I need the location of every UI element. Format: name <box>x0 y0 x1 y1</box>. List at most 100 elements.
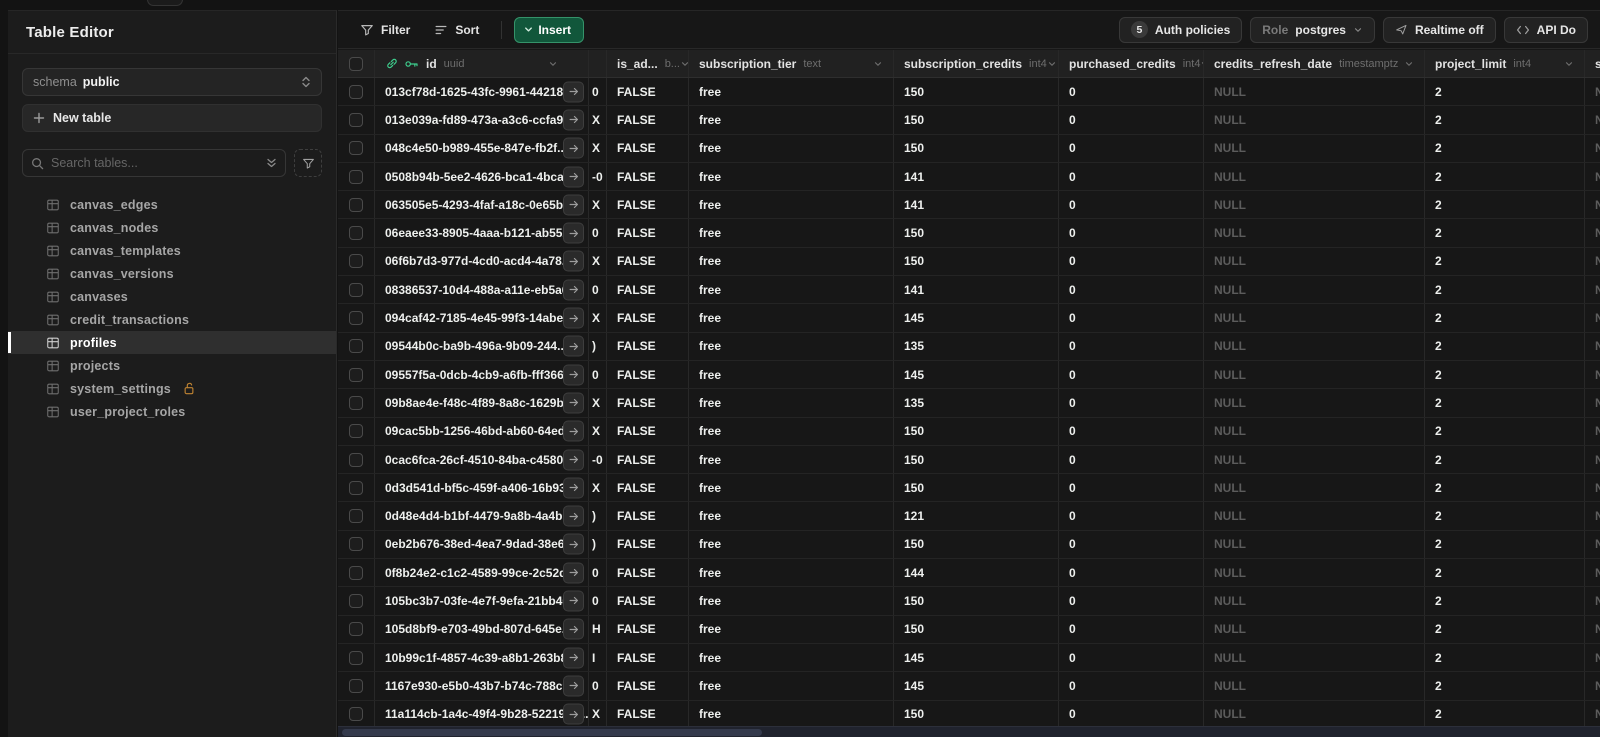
cell-sub_credits[interactable]: 150 <box>894 417 1059 445</box>
cell-purchased[interactable]: 0 <box>1059 304 1204 332</box>
cell-is_admin[interactable]: FALSE <box>607 389 689 417</box>
row-checkbox[interactable] <box>349 650 363 665</box>
row-checkbox[interactable] <box>349 565 363 580</box>
cell-refresh[interactable]: NULL <box>1204 417 1425 445</box>
row-checkbox[interactable] <box>349 169 363 184</box>
cell-purchased[interactable]: 0 <box>1059 332 1204 360</box>
cell-refresh[interactable]: NULL <box>1204 672 1425 700</box>
cell-refresh[interactable]: NULL <box>1204 502 1425 530</box>
cell-sliver[interactable]: X <box>589 417 607 445</box>
cell-sub_credits[interactable]: 145 <box>894 672 1059 700</box>
cell-sliver[interactable]: 0 <box>589 360 607 389</box>
expand-row-button[interactable] <box>563 647 584 669</box>
expand-row-button[interactable] <box>563 505 584 527</box>
row-checkbox[interactable] <box>349 112 363 127</box>
cell-extra[interactable]: NULL <box>1585 502 1600 529</box>
cell-refresh[interactable]: NULL <box>1204 247 1425 276</box>
column-menu-chevron-icon[interactable] <box>548 59 558 69</box>
cell-limit[interactable]: 2 <box>1425 106 1585 134</box>
column-header-is_ad...[interactable]: is_ad... b... <box>607 50 689 77</box>
cell-sliver[interactable]: X <box>589 106 607 134</box>
expand-row-button[interactable] <box>563 137 584 159</box>
cell-id[interactable]: 0cac6fca-26cf-4510-84ba-c4580... <box>375 445 589 474</box>
cell-purchased[interactable]: 0 <box>1059 700 1204 728</box>
row-checkbox[interactable] <box>349 311 363 326</box>
cell-is_admin[interactable]: FALSE <box>607 502 689 530</box>
cell-id[interactable]: 0d3d541d-bf5c-459f-a406-16b93... <box>375 474 589 502</box>
cell-is_admin[interactable]: FALSE <box>607 700 689 728</box>
cell-purchased[interactable]: 0 <box>1059 389 1204 417</box>
cell-tier[interactable]: free <box>689 502 894 530</box>
cell-sub_credits[interactable]: 135 <box>894 389 1059 417</box>
cell-purchased[interactable]: 0 <box>1059 445 1204 474</box>
cell-refresh[interactable]: NULL <box>1204 332 1425 360</box>
cell-tier[interactable]: free <box>689 445 894 474</box>
cell-purchased[interactable]: 0 <box>1059 587 1204 615</box>
row-checkbox[interactable] <box>349 509 363 524</box>
cell-tier[interactable]: free <box>689 332 894 360</box>
column-header-subscription_tier[interactable]: subscription_tier text <box>689 50 894 77</box>
cell-sliver[interactable]: 0 <box>589 219 607 247</box>
cell-sub_credits[interactable]: 150 <box>894 78 1059 106</box>
cell-id[interactable]: 013cf78d-1625-43fc-9961-442189... <box>375 78 589 106</box>
cell-refresh[interactable]: NULL <box>1204 191 1425 219</box>
expand-row-button[interactable] <box>563 250 584 272</box>
cell-is_admin[interactable]: FALSE <box>607 417 689 445</box>
cell-sliver[interactable]: 0 <box>589 672 607 700</box>
cell-refresh[interactable]: NULL <box>1204 700 1425 728</box>
sidebar-item-canvas_templates[interactable]: canvas_templates <box>22 239 322 262</box>
row-checkbox[interactable] <box>349 282 363 297</box>
cell-limit[interactable]: 2 <box>1425 474 1585 502</box>
cell-sliver[interactable]: I <box>589 643 607 672</box>
cell-limit[interactable]: 2 <box>1425 78 1585 106</box>
cell-sub_credits[interactable]: 141 <box>894 276 1059 304</box>
row-checkbox[interactable] <box>349 707 363 722</box>
cell-refresh[interactable]: NULL <box>1204 106 1425 134</box>
cell-is_admin[interactable]: FALSE <box>607 134 689 162</box>
cell-extra[interactable]: NULL <box>1585 78 1600 105</box>
api-docs-button[interactable]: API Do <box>1503 16 1588 43</box>
cell-extra[interactable]: NULL <box>1585 106 1600 133</box>
cell-refresh[interactable]: NULL <box>1204 474 1425 502</box>
sidebar-item-canvas_edges[interactable]: canvas_edges <box>22 193 322 216</box>
cell-sub_credits[interactable]: 150 <box>894 445 1059 474</box>
cell-refresh[interactable]: NULL <box>1204 559 1425 587</box>
cell-sliver[interactable]: -0 <box>589 162 607 191</box>
cell-id[interactable]: 08386537-10d4-488a-a11e-eb5a6... <box>375 276 589 304</box>
cell-purchased[interactable]: 0 <box>1059 134 1204 162</box>
cell-id[interactable]: 063505e5-4293-4faf-a18c-0e65b... <box>375 191 589 219</box>
schema-select[interactable]: schema public <box>22 68 322 96</box>
cell-extra[interactable]: NULL <box>1585 474 1600 501</box>
cell-extra[interactable]: NULL <box>1585 276 1600 303</box>
cell-refresh[interactable]: NULL <box>1204 615 1425 643</box>
cell-extra[interactable]: NULL <box>1585 644 1600 671</box>
column-menu-chevron-icon[interactable] <box>1404 59 1414 69</box>
cell-sub_credits[interactable]: 150 <box>894 530 1059 559</box>
cell-sliver[interactable]: 0 <box>589 559 607 587</box>
horizontal-scrollbar[interactable] <box>338 726 1600 737</box>
cell-id[interactable]: 105d8bf9-e703-49bd-807d-645e... <box>375 615 589 643</box>
cell-tier[interactable]: free <box>689 417 894 445</box>
sidebar-item-projects[interactable]: projects <box>22 354 322 377</box>
cell-tier[interactable]: free <box>689 587 894 615</box>
cell-extra[interactable]: NULL <box>1585 219 1600 246</box>
cell-sliver[interactable]: X <box>589 700 607 728</box>
expand-row-button[interactable] <box>563 392 584 414</box>
cell-extra[interactable]: NULL <box>1585 333 1600 360</box>
column-header-id[interactable]: id uuid <box>375 50 589 77</box>
expand-row-button[interactable] <box>563 307 584 329</box>
cell-purchased[interactable]: 0 <box>1059 106 1204 134</box>
cell-id[interactable]: 105bc3b7-03fe-4e7f-9efa-21bb40... <box>375 587 589 615</box>
cell-is_admin[interactable]: FALSE <box>607 474 689 502</box>
double-chevron-down-icon[interactable] <box>266 157 277 169</box>
cell-tier[interactable]: free <box>689 219 894 247</box>
cell-limit[interactable]: 2 <box>1425 134 1585 162</box>
cell-is_admin[interactable]: FALSE <box>607 304 689 332</box>
cell-limit[interactable]: 2 <box>1425 304 1585 332</box>
cell-limit[interactable]: 2 <box>1425 672 1585 700</box>
cell-tier[interactable]: free <box>689 247 894 276</box>
column-menu-chevron-icon[interactable] <box>873 59 883 69</box>
cell-extra[interactable]: NULL <box>1585 446 1600 473</box>
cell-extra[interactable]: NULL <box>1585 248 1600 275</box>
cell-refresh[interactable]: NULL <box>1204 587 1425 615</box>
